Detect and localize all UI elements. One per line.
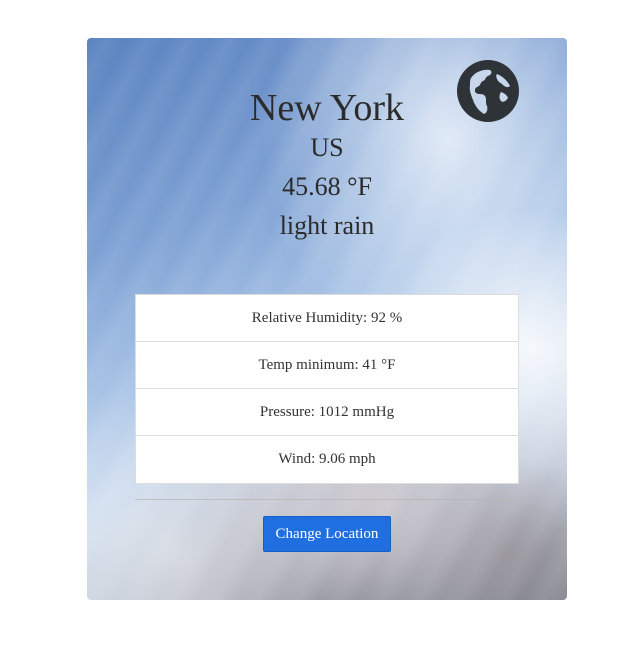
divider bbox=[135, 499, 519, 500]
country-code: US bbox=[310, 133, 344, 162]
weather-description: light rain bbox=[279, 211, 375, 240]
temperature: 45.68 °F bbox=[282, 172, 372, 201]
detail-temp-min: Temp minimum: 41 °F bbox=[136, 342, 518, 389]
detail-pressure: Pressure: 1012 mmHg bbox=[136, 389, 518, 436]
detail-humidity: Relative Humidity: 92 % bbox=[136, 295, 518, 342]
weather-card: New York US 45.68 °F light rain Relative… bbox=[87, 38, 567, 600]
weather-details-list: Relative Humidity: 92 % Temp minimum: 41… bbox=[135, 294, 519, 484]
city-name: New York bbox=[249, 87, 405, 129]
detail-wind: Wind: 9.06 mph bbox=[278, 451, 376, 467]
change-location-button[interactable]: Change Location bbox=[263, 516, 391, 552]
weather-summary: New York US 45.68 °F light rain bbox=[87, 88, 567, 241]
